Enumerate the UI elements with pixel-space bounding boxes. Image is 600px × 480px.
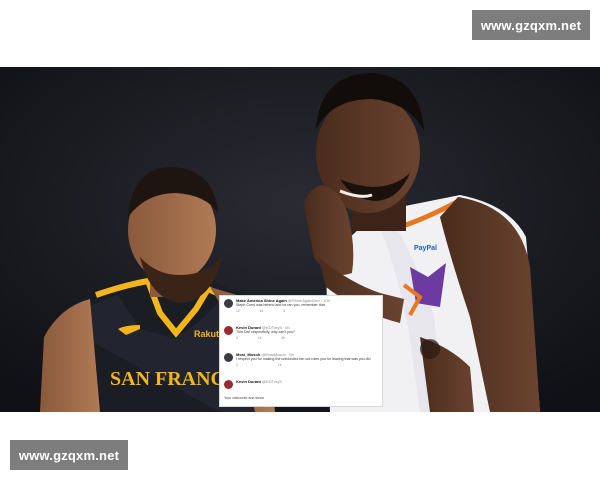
avatar: [224, 326, 233, 335]
retweet-count: 1k: [259, 308, 264, 313]
tweet-item: Kevin Durant @KDTrey5: [220, 377, 382, 393]
reply-count: 4: [236, 335, 238, 340]
tweet-footer: Your visitounte and show: [224, 396, 264, 400]
watermark-top: www.gzqxm.net: [472, 10, 590, 40]
tweet-actions: 12 1k 9: [236, 309, 378, 313]
tweet-item: Kevin Durant @KDTrey5 · 6h Thirl Daf' re…: [220, 323, 382, 350]
like-count: 9: [283, 308, 286, 313]
reply-count: 3: [236, 362, 238, 367]
like-count: 5k: [281, 335, 286, 340]
avatar: [224, 380, 233, 389]
tweet-text: Thirl Daf' respectfully, why can't you?: [236, 330, 295, 334]
avatar: [224, 353, 233, 362]
tweet-item: Mosi_Mosoh @MosiMosoh · 5h I respect you…: [220, 350, 382, 377]
tweet-author: Kevin Durant: [236, 379, 261, 384]
tweet-actions: 4 1k 5k: [236, 336, 378, 340]
like-count: 1k: [277, 362, 282, 367]
jersey-right-sponsor: PayPal: [414, 245, 437, 252]
tweet-handle: @KDTrey5: [262, 379, 282, 384]
retweet-count: 1k: [257, 335, 262, 340]
avatar: [224, 299, 233, 308]
tweet-item: Make America Shine Again @ShineAgainDev …: [220, 296, 382, 323]
tweet-text: I respect you for making the unfounded f…: [236, 357, 371, 361]
watermark-bottom: www.gzqxm.net: [10, 440, 128, 470]
tweet-actions: 3 1k: [236, 363, 378, 367]
tweet-screenshot-card: Make America Shine Again @ShineAgainDev …: [219, 295, 383, 407]
tweet-text: Steph Curry was behind and he ran you. r…: [236, 303, 325, 307]
reply-count: 12: [236, 308, 240, 313]
tweet-header: Kevin Durant @KDTrey5: [236, 379, 378, 384]
